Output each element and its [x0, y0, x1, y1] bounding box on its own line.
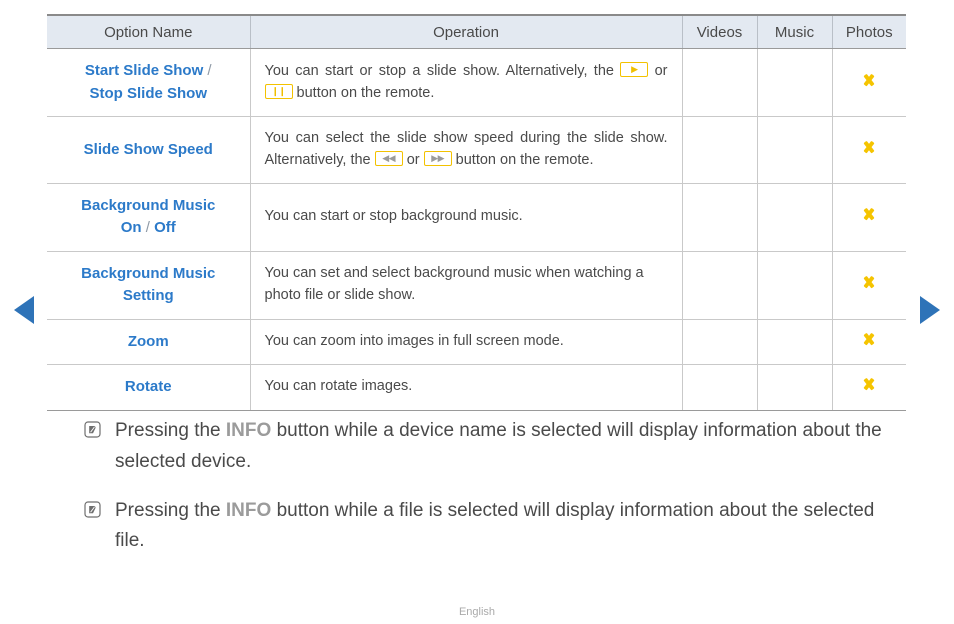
- option-name-text: Start Slide Show: [84, 62, 204, 79]
- column-header-option-name: Option Name: [47, 14, 250, 49]
- operation-cell: You can start or stop a slide show. Alte…: [249, 48, 682, 117]
- column-header-videos: Videos: [681, 14, 757, 49]
- operation-cell: You can start or stop background music.: [249, 183, 682, 252]
- option-name-text: Rotate: [124, 378, 172, 395]
- options-table: Option Name Operation Videos Music Photo…: [47, 14, 906, 411]
- info-button-label: INFO: [225, 499, 272, 521]
- music-cell: [756, 251, 832, 320]
- table-row: Background Music Setting You can set and…: [47, 251, 906, 320]
- table-header-row: Option Name Operation Videos Music Photo…: [47, 14, 906, 49]
- operation-cell: You can select the slide show speed duri…: [249, 116, 682, 184]
- note-icon: [84, 500, 101, 518]
- option-name-cell: Start Slide Show / Stop Slide Show: [47, 48, 250, 117]
- chevron-down-icon: [859, 378, 879, 390]
- chevron-down-icon: [859, 333, 879, 345]
- photos-cell: [831, 364, 906, 411]
- videos-cell: [681, 364, 757, 411]
- option-name-text-alt: On: [120, 219, 142, 236]
- operation-conjunction: or: [406, 151, 420, 168]
- videos-cell: [681, 48, 757, 117]
- table-row: Rotate You can rotate images.: [47, 364, 906, 411]
- note-text: Pressing the INFO button while a device …: [115, 416, 904, 478]
- option-name-text-alt2: Off: [154, 219, 176, 236]
- note-item: Pressing the INFO button while a device …: [84, 416, 904, 478]
- operation-cell: You can set and select background music …: [249, 251, 682, 320]
- chevron-down-icon: [859, 141, 879, 153]
- pause-button-icon: ❙❙: [264, 84, 293, 100]
- music-cell: [756, 116, 832, 184]
- column-header-music: Music: [756, 14, 832, 49]
- operation-conjunction: or: [654, 62, 668, 79]
- option-name-text: Zoom: [127, 332, 169, 350]
- music-cell: [756, 183, 832, 252]
- column-header-photos: Photos: [831, 14, 906, 49]
- fast-forward-button-icon: ▶▶: [423, 151, 452, 167]
- option-name-cell: Background Music On / Off: [47, 183, 250, 252]
- option-name-text: Background Music: [81, 264, 216, 282]
- music-cell: [756, 48, 832, 117]
- table-row: Zoom You can zoom into images in full sc…: [47, 319, 906, 365]
- operation-text-end: button on the remote.: [455, 151, 594, 168]
- info-button-label: INFO: [225, 420, 272, 441]
- photos-cell: [831, 116, 906, 184]
- videos-cell: [681, 251, 757, 320]
- table-header: Option Name Operation Videos Music Photo…: [47, 14, 906, 49]
- note-text-before: Pressing the: [115, 420, 226, 441]
- operation-cell: You can rotate images.: [249, 364, 682, 411]
- note-text-before: Pressing the: [115, 499, 226, 521]
- table-row: Start Slide Show / Stop Slide Show You c…: [47, 48, 906, 117]
- previous-page-arrow[interactable]: [14, 296, 34, 324]
- notes-section: Pressing the INFO button while a device …: [84, 416, 904, 575]
- note-icon: [84, 421, 101, 438]
- music-cell: [756, 319, 832, 365]
- option-name-cell: Zoom: [47, 319, 250, 365]
- option-name-text: Slide Show Speed: [83, 140, 213, 158]
- rewind-button-icon: ◀◀: [374, 151, 403, 167]
- chevron-down-icon: [859, 276, 879, 288]
- videos-cell: [681, 116, 757, 184]
- option-name-text-alt: Stop Slide Show: [89, 84, 207, 102]
- table-row: Background Music On / Off You can start …: [47, 183, 906, 252]
- table-row: Slide Show Speed You can select the slid…: [47, 116, 906, 184]
- option-name-cell: Rotate: [47, 364, 250, 411]
- option-name-separator: /: [145, 219, 150, 236]
- option-name-text: Background Music: [81, 196, 216, 214]
- chevron-down-icon: [859, 74, 879, 86]
- play-button-icon: ▶: [620, 62, 649, 78]
- option-name-text-alt: Setting: [122, 287, 174, 304]
- option-name-separator: /: [207, 62, 212, 79]
- options-table-container: Option Name Operation Videos Music Photo…: [47, 14, 906, 411]
- footer-language: English: [458, 606, 496, 618]
- photos-cell: [831, 319, 906, 365]
- videos-cell: [681, 319, 757, 365]
- note-text: Pressing the INFO button while a file is…: [115, 496, 904, 558]
- option-name-cell: Background Music Setting: [47, 251, 250, 320]
- chevron-down-icon: [859, 208, 879, 220]
- note-item: Pressing the INFO button while a file is…: [84, 496, 904, 558]
- next-page-arrow[interactable]: [920, 296, 940, 324]
- operation-text-end: button on the remote.: [296, 84, 435, 101]
- operation-text: You can start or stop a slide show. Alte…: [264, 62, 614, 79]
- videos-cell: [681, 183, 757, 252]
- operation-cell: You can zoom into images in full screen …: [249, 319, 682, 365]
- table-body: Start Slide Show / Stop Slide Show You c…: [47, 48, 906, 411]
- photos-cell: [831, 48, 906, 117]
- music-cell: [756, 364, 832, 411]
- option-name-cell: Slide Show Speed: [47, 116, 250, 184]
- photos-cell: [831, 251, 906, 320]
- photos-cell: [831, 183, 906, 252]
- column-header-operation: Operation: [249, 14, 682, 49]
